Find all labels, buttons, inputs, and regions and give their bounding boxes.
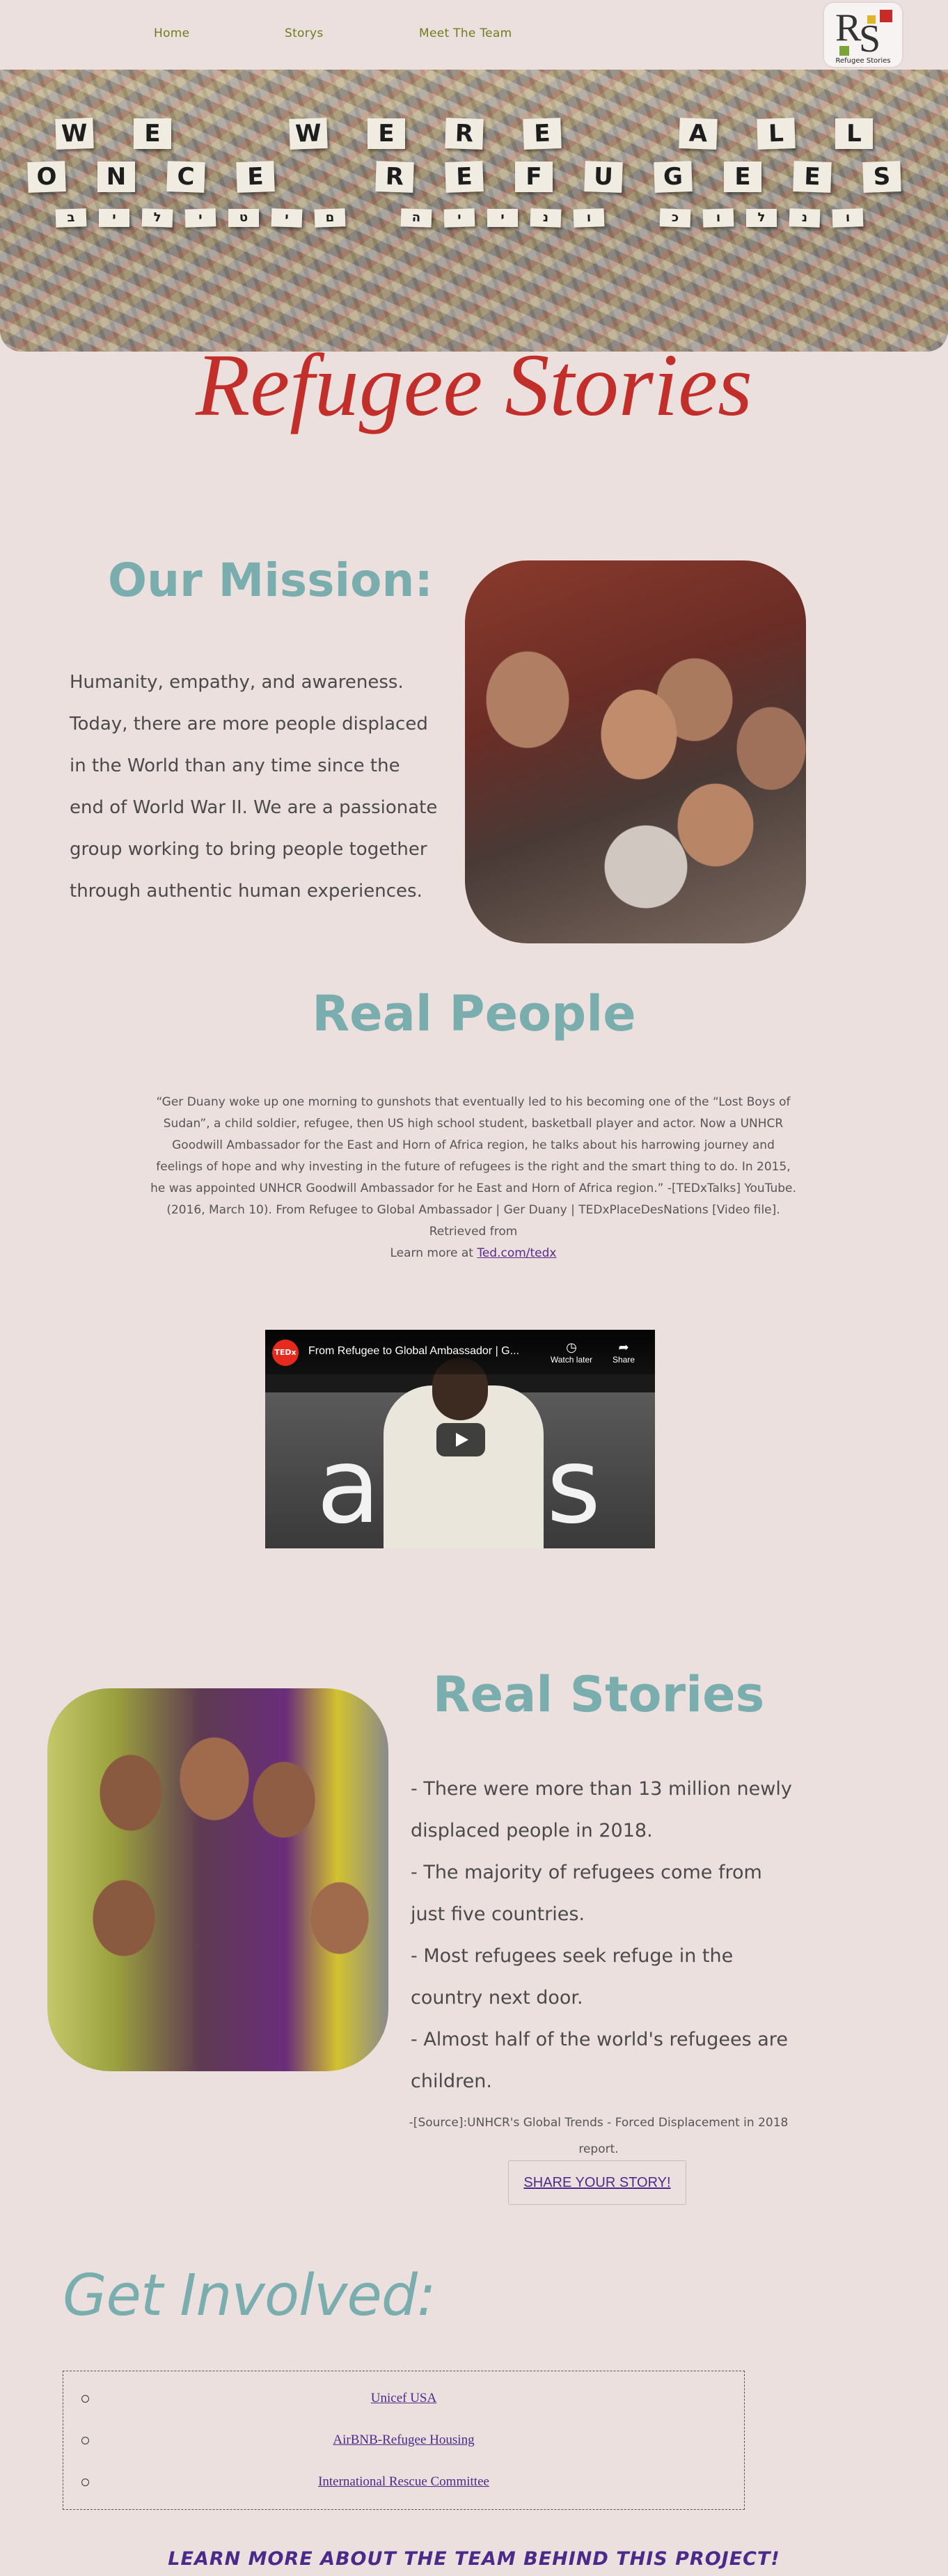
hero-letter-tile: י [443, 208, 475, 228]
nav-link-storys[interactable]: Storys [285, 26, 324, 40]
top-nav: Home Storys Meet The Team R S Refugee St… [0, 0, 948, 70]
hero-letter-tile: E [134, 118, 171, 149]
hero-letter-tile: י [487, 209, 518, 227]
hero-letter-tile: E [523, 118, 562, 150]
hero-letter-tile: E [445, 161, 484, 193]
ted-quote: “Ger Duany woke up one morning to gunsho… [150, 1092, 797, 1264]
logo-square-yellow [867, 15, 876, 24]
real-people-heading: Real People [312, 985, 636, 1042]
hero-letter-tile: ה [400, 208, 432, 228]
fact-item: - The majority of refugees come from jus… [411, 1862, 762, 1925]
hero-letter-tile: E [724, 162, 761, 192]
hero-letter-tile: F [515, 162, 553, 192]
logo-letter-r: R [835, 6, 862, 49]
get-involved-heading: Get Involved: [63, 2263, 436, 2329]
hero-letter-tile: U [584, 161, 623, 193]
stories-source: -[Source]:UNHCR's Global Trends - Forced… [409, 2116, 789, 2156]
ted-channel-icon[interactable]: TEDx [272, 1340, 299, 1366]
site-logo[interactable]: R S Refugee Stories [824, 3, 902, 67]
logo-square-red [880, 10, 892, 22]
nav-link-meet-the-team[interactable]: Meet The Team [419, 26, 512, 40]
hero-letter-tile: נ [789, 208, 821, 228]
share-label: Share [612, 1355, 635, 1365]
hero-letter-tile: E [793, 161, 832, 193]
hero-letter-tile: L [757, 118, 796, 150]
mission-heading: Our Mission: [108, 553, 433, 607]
hero-letter-tile: י [184, 208, 216, 228]
hero-letter-tile: ט [228, 209, 259, 227]
children-photo [465, 560, 806, 943]
hero-letter-tile: ל [746, 209, 777, 227]
watch-later-label: Watch later [550, 1355, 593, 1365]
share-video-button[interactable]: ➦ Share [606, 1340, 641, 1365]
fact-item: - There were more than 13 million newly … [411, 1778, 792, 1841]
hero-letter-tile: ו [573, 208, 605, 228]
list-item: International Rescue Committee [63, 2469, 744, 2497]
share-your-story-button[interactable]: SHARE YOUR STORY! [508, 2160, 686, 2205]
link-unicef-usa[interactable]: Unicef USA [63, 2391, 744, 2406]
hero-letter-tile: W [289, 118, 328, 150]
logo-square-green [839, 46, 849, 56]
video-embed[interactable]: ac es TEDx From Refugee to Global Ambass… [265, 1330, 655, 1548]
hero-letter-tile: ם [314, 208, 346, 228]
stories-facts: - There were more than 13 million newly … [411, 1768, 800, 2103]
learn-more-label: Learn more at [390, 1246, 477, 1260]
hero-letter-tile: ו [832, 208, 864, 228]
hero-letter-tile: ב [55, 208, 87, 228]
list-item: Unicef USA [63, 2385, 744, 2413]
hero-letter-tile: G [654, 161, 693, 193]
share-arrow-icon: ➦ [618, 1340, 629, 1354]
watch-later-button[interactable]: ◷ Watch later [544, 1340, 599, 1365]
logo-caption: Refugee Stories [835, 57, 891, 65]
site-title: Refugee Stories [196, 336, 752, 434]
hero-letter-tile: E [368, 118, 405, 149]
hero-letter-tile: י [99, 209, 129, 227]
nav-link-home[interactable]: Home [154, 26, 189, 40]
hero-letter-tile: S [862, 161, 901, 193]
hero-letter-tile: R [375, 161, 414, 193]
hero-banner: WEWEREALL ONCEREFUGEES ביליטיםהיינוכולנו [0, 70, 948, 352]
hero-letter-tile: ל [141, 208, 173, 228]
list-item: AirBNB-Refugee Housing [63, 2427, 744, 2455]
clock-icon: ◷ [566, 1340, 577, 1354]
hero-letter-tile: C [166, 161, 205, 193]
play-button[interactable] [436, 1423, 485, 1456]
video-title[interactable]: From Refugee to Global Ambassador | G... [308, 1345, 519, 1358]
hero-letter-tile: E [236, 161, 275, 193]
hero-letter-tile: כ [659, 208, 691, 228]
ted-link[interactable]: Ted.com/tedx [477, 1246, 556, 1260]
link-airbnb-refugee-housing[interactable]: AirBNB-Refugee Housing [63, 2433, 744, 2448]
mission-text: Humanity, empathy, and awareness. Today,… [70, 672, 438, 902]
real-stories-heading: Real Stories [432, 1666, 765, 1723]
fact-item: - Most refugees seek refuge in the count… [411, 1945, 734, 2009]
hero-letter-tile: נ [530, 208, 562, 228]
hero-letter-tile: N [97, 162, 135, 192]
hero-letter-tile: י [271, 208, 303, 228]
hero-letter-tile: W [55, 118, 94, 150]
hero-letter-tile: R [445, 118, 484, 150]
hero-letter-tile: ו [702, 208, 734, 228]
hero-letter-tile: A [679, 118, 718, 150]
hero-letter-tile: O [27, 161, 66, 193]
quote-text: “Ger Duany woke up one morning to gunsho… [150, 1095, 796, 1239]
involvement-links: Unicef USA AirBNB-Refugee Housing Intern… [63, 2371, 745, 2510]
fact-item: - Almost half of the world's refugees ar… [411, 2029, 788, 2092]
children-group-photo [47, 1688, 388, 2071]
team-page-link[interactable]: LEARN MORE ABOUT THE TEAM BEHIND THIS PR… [0, 2548, 948, 2570]
link-international-rescue-committee[interactable]: International Rescue Committee [63, 2474, 744, 2490]
hero-letter-tile: L [835, 118, 873, 149]
